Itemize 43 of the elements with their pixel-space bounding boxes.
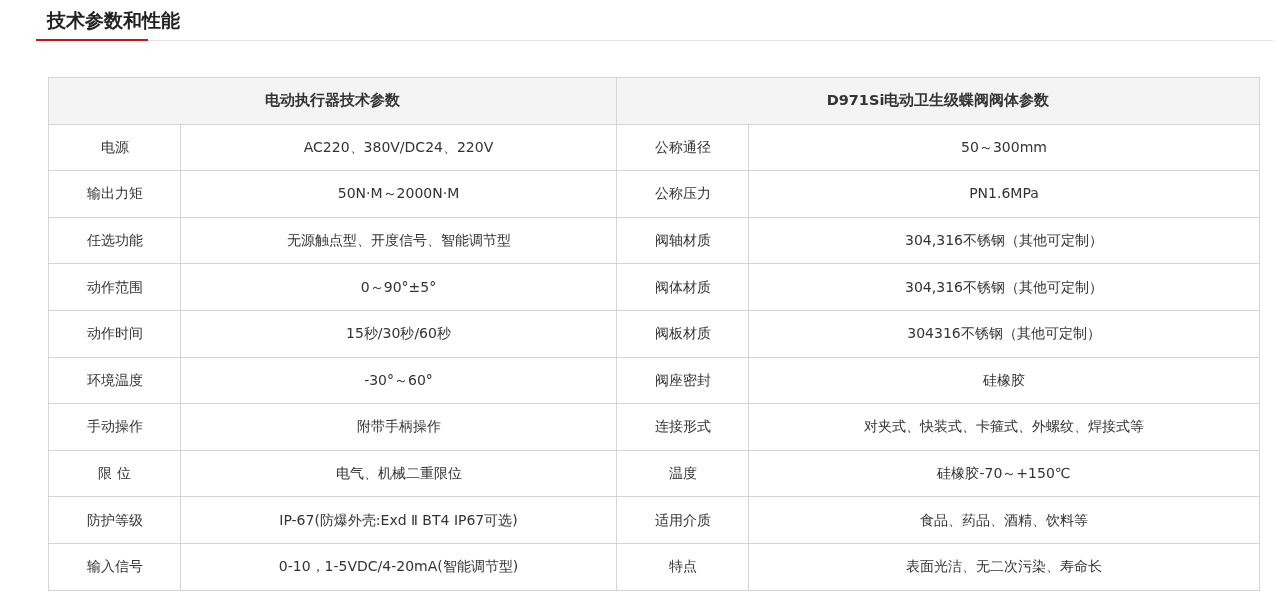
parameter-value: 硅橡胶-70～+150℃	[748, 450, 1260, 497]
parameter-value: 附带手柄操作	[180, 403, 617, 451]
parameter-value: 0-10，1-5VDC/4-20mA(智能调节型)	[180, 543, 617, 591]
parameter-value: 304316不锈钢（其他可定制）	[748, 310, 1260, 358]
parameter-name: 输入信号	[48, 543, 181, 591]
parameter-name: 连接形式	[616, 403, 749, 451]
parameter-name: 阀体材质	[616, 263, 749, 311]
parameter-name: 温度	[616, 450, 749, 497]
parameter-name: 限 位	[48, 450, 181, 497]
parameter-value: IP-67(防爆外壳:Exd Ⅱ BT4 IP67可选)	[180, 496, 617, 544]
parameter-value: 0～90°±5°	[180, 263, 617, 311]
parameter-value: 对夹式、快装式、卡箍式、外螺纹、焊接式等	[748, 403, 1260, 451]
parameter-value: AC220、380V/DC24、220V	[180, 124, 617, 171]
parameter-value: PN1.6MPa	[748, 170, 1260, 218]
parameter-value: -30°～60°	[180, 357, 617, 404]
section-title: 技术参数和性能	[47, 8, 180, 33]
column-header: 电动执行器技术参数	[48, 77, 617, 125]
parameter-name: 公称压力	[616, 170, 749, 218]
parameter-name: 阀轴材质	[616, 217, 749, 264]
parameter-value: 食品、药品、酒精、饮料等	[748, 496, 1260, 544]
parameter-value: 304,316不锈钢（其他可定制）	[748, 217, 1260, 264]
parameter-name: 动作范围	[48, 263, 181, 311]
parameter-value: 电气、机械二重限位	[180, 450, 617, 497]
parameter-name: 适用介质	[616, 496, 749, 544]
parameter-value: 硅橡胶	[748, 357, 1260, 404]
parameter-value: 50～300mm	[748, 124, 1260, 171]
parameter-name: 阀板材质	[616, 310, 749, 358]
parameter-name: 公称通径	[616, 124, 749, 171]
parameter-value: 15秒/30秒/60秒	[180, 310, 617, 358]
parameter-value: 无源触点型、开度信号、智能调节型	[180, 217, 617, 264]
parameter-name: 任选功能	[48, 217, 181, 264]
parameter-value: 50N·M～2000N·M	[180, 170, 617, 218]
parameter-name: 防护等级	[48, 496, 181, 544]
parameter-name: 环境温度	[48, 357, 181, 404]
parameter-value: 304,316不锈钢（其他可定制）	[748, 263, 1260, 311]
parameter-value: 表面光洁、无二次污染、寿命长	[748, 543, 1260, 591]
column-header: D971Si电动卫生级蝶阀阀体参数	[616, 77, 1260, 125]
parameter-name: 特点	[616, 543, 749, 591]
parameter-name: 输出力矩	[48, 170, 181, 218]
parameter-name: 阀座密封	[616, 357, 749, 404]
parameter-name: 电源	[48, 124, 181, 171]
parameter-name: 动作时间	[48, 310, 181, 358]
parameter-name: 手动操作	[48, 403, 181, 451]
